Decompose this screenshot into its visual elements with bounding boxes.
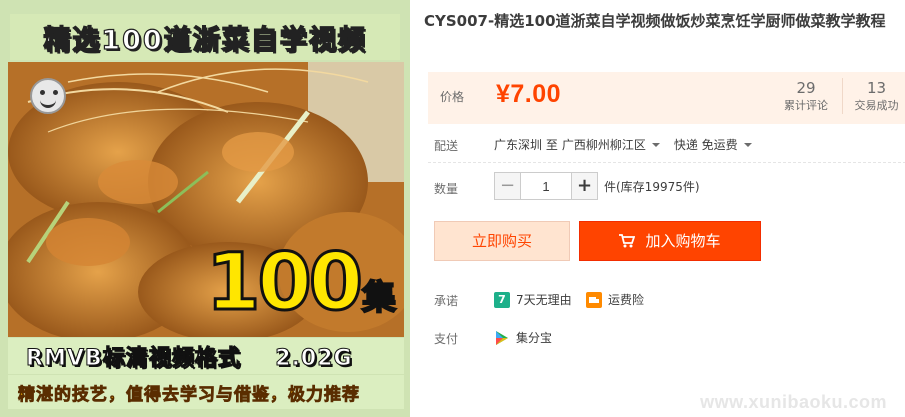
episodes-number: 100 — [205, 238, 365, 328]
jifenbao-icon — [494, 330, 510, 346]
seven-day-return[interactable]: 7 7天无理由 — [494, 291, 572, 308]
chevron-down-icon — [651, 142, 660, 147]
quantity-stepper: − + 件(库存19975件) — [494, 172, 700, 200]
reviews-stat[interactable]: 29 累计评论 — [772, 78, 840, 114]
payment-label: 支付 — [434, 332, 459, 346]
reviews-label: 累计评论 — [784, 99, 828, 112]
shipping-destination-text: 广西柳州柳江区 — [561, 138, 646, 152]
quantity-decrease-button[interactable]: − — [494, 172, 521, 200]
sales-label: 交易成功 — [854, 99, 899, 112]
sales-count: 13 — [866, 79, 887, 97]
format-text: RMVB标清视频格式 2.02G — [26, 346, 353, 372]
shipping-method-text: 快递 免运费 — [673, 138, 738, 152]
sales-stat: 13 交易成功 — [842, 78, 905, 114]
smiley-icon — [30, 78, 66, 114]
product-image[interactable]: 精选100道浙菜自学视频 100 集 RMVB标清视频格式 2.02G 精湛的技… — [0, 0, 410, 417]
quantity-input[interactable] — [521, 172, 571, 200]
seven-day-return-icon: 7 — [494, 291, 510, 308]
cart-icon — [619, 234, 636, 248]
product-title: CYS007-精选100道浙菜自学视频做饭炒菜烹饪学厨师做菜教学教程 — [424, 12, 886, 30]
shrimp-photo: 100 集 — [8, 62, 404, 337]
shipping-insurance-text: 运费险 — [608, 293, 645, 307]
reviews-count: 29 — [796, 79, 816, 97]
price-label: 价格 — [440, 90, 465, 104]
episodes-unit: 集 — [361, 277, 397, 319]
image-banner-title: 精选100道浙菜自学视频 — [43, 24, 367, 56]
shipping-destination[interactable]: 广西柳州柳江区 — [562, 136, 670, 153]
shipping-label: 配送 — [434, 139, 459, 153]
shipping-insurance-icon — [586, 291, 602, 308]
price-value: ¥7.00 — [496, 80, 562, 108]
shipping-row: 广东深圳 至 广西柳州柳江区 快递 免运费 — [494, 136, 762, 153]
image-banner-top: 精选100道浙菜自学视频 — [10, 14, 400, 60]
add-to-cart-label: 加入购物车 — [645, 232, 721, 250]
payment-method-text: 集分宝 — [516, 331, 553, 345]
format-bar: RMVB标清视频格式 2.02G — [8, 338, 404, 374]
episodes-badge: 100 集 — [205, 238, 397, 328]
quantity-label: 数量 — [434, 182, 459, 196]
price-panel: 价格 ¥7.00 29 累计评论 13 交易成功 — [428, 72, 905, 124]
chevron-down-icon — [743, 142, 752, 147]
quantity-increase-button[interactable]: + — [571, 172, 598, 200]
shipping-from: 广东深圳 至 — [494, 138, 558, 152]
divider — [428, 162, 905, 163]
seven-day-return-text: 7天无理由 — [516, 293, 572, 307]
site-watermark: www.xunibaoku.com — [700, 392, 887, 412]
promise-label: 承诺 — [434, 294, 459, 308]
product-info-panel: CYS007-精选100道浙菜自学视频做饭炒菜烹饪学厨师做菜教学教程 价格 ¥7… — [424, 0, 905, 417]
slogan-bar: 精湛的技艺，值得去学习与借鉴，极力推荐 — [8, 375, 404, 409]
shipping-insurance[interactable]: 运费险 — [586, 291, 644, 308]
stock-text: 件(库存19975件) — [604, 179, 700, 194]
slogan-text: 精湛的技艺，值得去学习与借鉴，极力推荐 — [18, 384, 360, 405]
payment-method[interactable]: 集分宝 — [494, 329, 552, 346]
buy-now-button[interactable]: 立即购买 — [434, 221, 570, 261]
add-to-cart-button[interactable]: 加入购物车 — [579, 221, 761, 261]
shipping-method[interactable]: 快递 免运费 — [674, 136, 762, 153]
